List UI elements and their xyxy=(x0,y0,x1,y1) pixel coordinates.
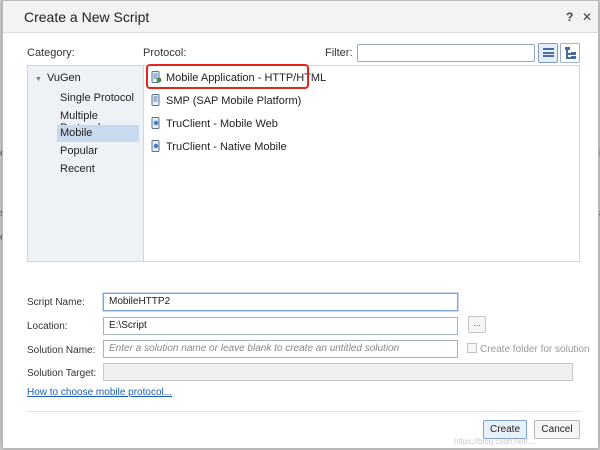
truclient-native-icon xyxy=(151,140,160,152)
truclient-icon xyxy=(151,117,160,129)
filter-label: Filter: xyxy=(325,47,353,59)
close-button[interactable]: ✕ xyxy=(582,10,592,24)
script-name-input[interactable]: MobileHTTP2 xyxy=(103,293,458,311)
category-mobile[interactable]: Mobile xyxy=(57,125,139,142)
dialog-title: Create a New Script xyxy=(24,9,150,25)
solution-target-label: Solution Target: xyxy=(27,368,97,379)
category-label: Category: xyxy=(27,47,75,59)
category-popular[interactable]: Popular xyxy=(57,143,139,160)
create-folder-checkbox[interactable] xyxy=(467,343,477,353)
protocol-list: Mobile Application - HTTP/HTML SMP (SAP … xyxy=(143,65,580,262)
title-bar: Create a New Script ? ✕ xyxy=(3,1,598,33)
filter-input[interactable] xyxy=(357,44,535,62)
protocol-mobile-application-http[interactable]: Mobile Application - HTTP/HTML xyxy=(148,69,330,87)
protocol-label: Protocol: xyxy=(143,47,187,59)
watermark: https://blog.csdn.net/... xyxy=(454,437,535,446)
browse-button[interactable]: ... xyxy=(468,316,486,333)
list-view-button[interactable] xyxy=(538,43,558,63)
location-label: Location: xyxy=(27,321,68,332)
create-folder-label: Create folder for solution xyxy=(480,344,590,355)
solution-name-input[interactable]: Enter a solution name or leave blank to … xyxy=(103,340,458,358)
cancel-button[interactable]: Cancel xyxy=(534,420,580,439)
category-tree: ▼VuGen Single Protocol Multiple Protocol… xyxy=(27,65,143,262)
help-choose-protocol-link[interactable]: How to choose mobile protocol... xyxy=(27,387,172,398)
category-recent[interactable]: Recent xyxy=(57,161,139,178)
solution-target-select[interactable] xyxy=(103,363,573,381)
help-button[interactable]: ? xyxy=(566,10,573,24)
protocol-truclient-native-mobile[interactable]: TruClient - Native Mobile xyxy=(148,138,291,156)
tree-view-button[interactable] xyxy=(560,43,580,63)
create-script-dialog: Create a New Script ? ✕ Category: Protoc… xyxy=(2,0,599,449)
list-view-icon xyxy=(543,48,554,59)
solution-name-label: Solution Name: xyxy=(27,345,96,356)
category-root-vugen[interactable]: ▼ VuGen xyxy=(35,72,81,84)
smp-icon xyxy=(151,94,160,106)
category-multiple-protocols[interactable]: Multiple Protocols xyxy=(57,108,139,134)
location-input[interactable]: E:\Script xyxy=(103,317,458,335)
footer-divider xyxy=(27,411,580,412)
tree-view-icon xyxy=(565,47,577,60)
category-single-protocol[interactable]: Single Protocol xyxy=(57,90,139,107)
create-folder-option[interactable]: Create folder for solution xyxy=(467,343,590,355)
protocol-truclient-mobile-web[interactable]: TruClient - Mobile Web xyxy=(148,115,282,133)
mobile-app-icon xyxy=(151,71,162,83)
script-name-label: Script Name: xyxy=(27,297,85,308)
collapse-caret-icon[interactable]: ▼ xyxy=(35,76,42,83)
protocol-smp[interactable]: SMP (SAP Mobile Platform) xyxy=(148,92,305,110)
